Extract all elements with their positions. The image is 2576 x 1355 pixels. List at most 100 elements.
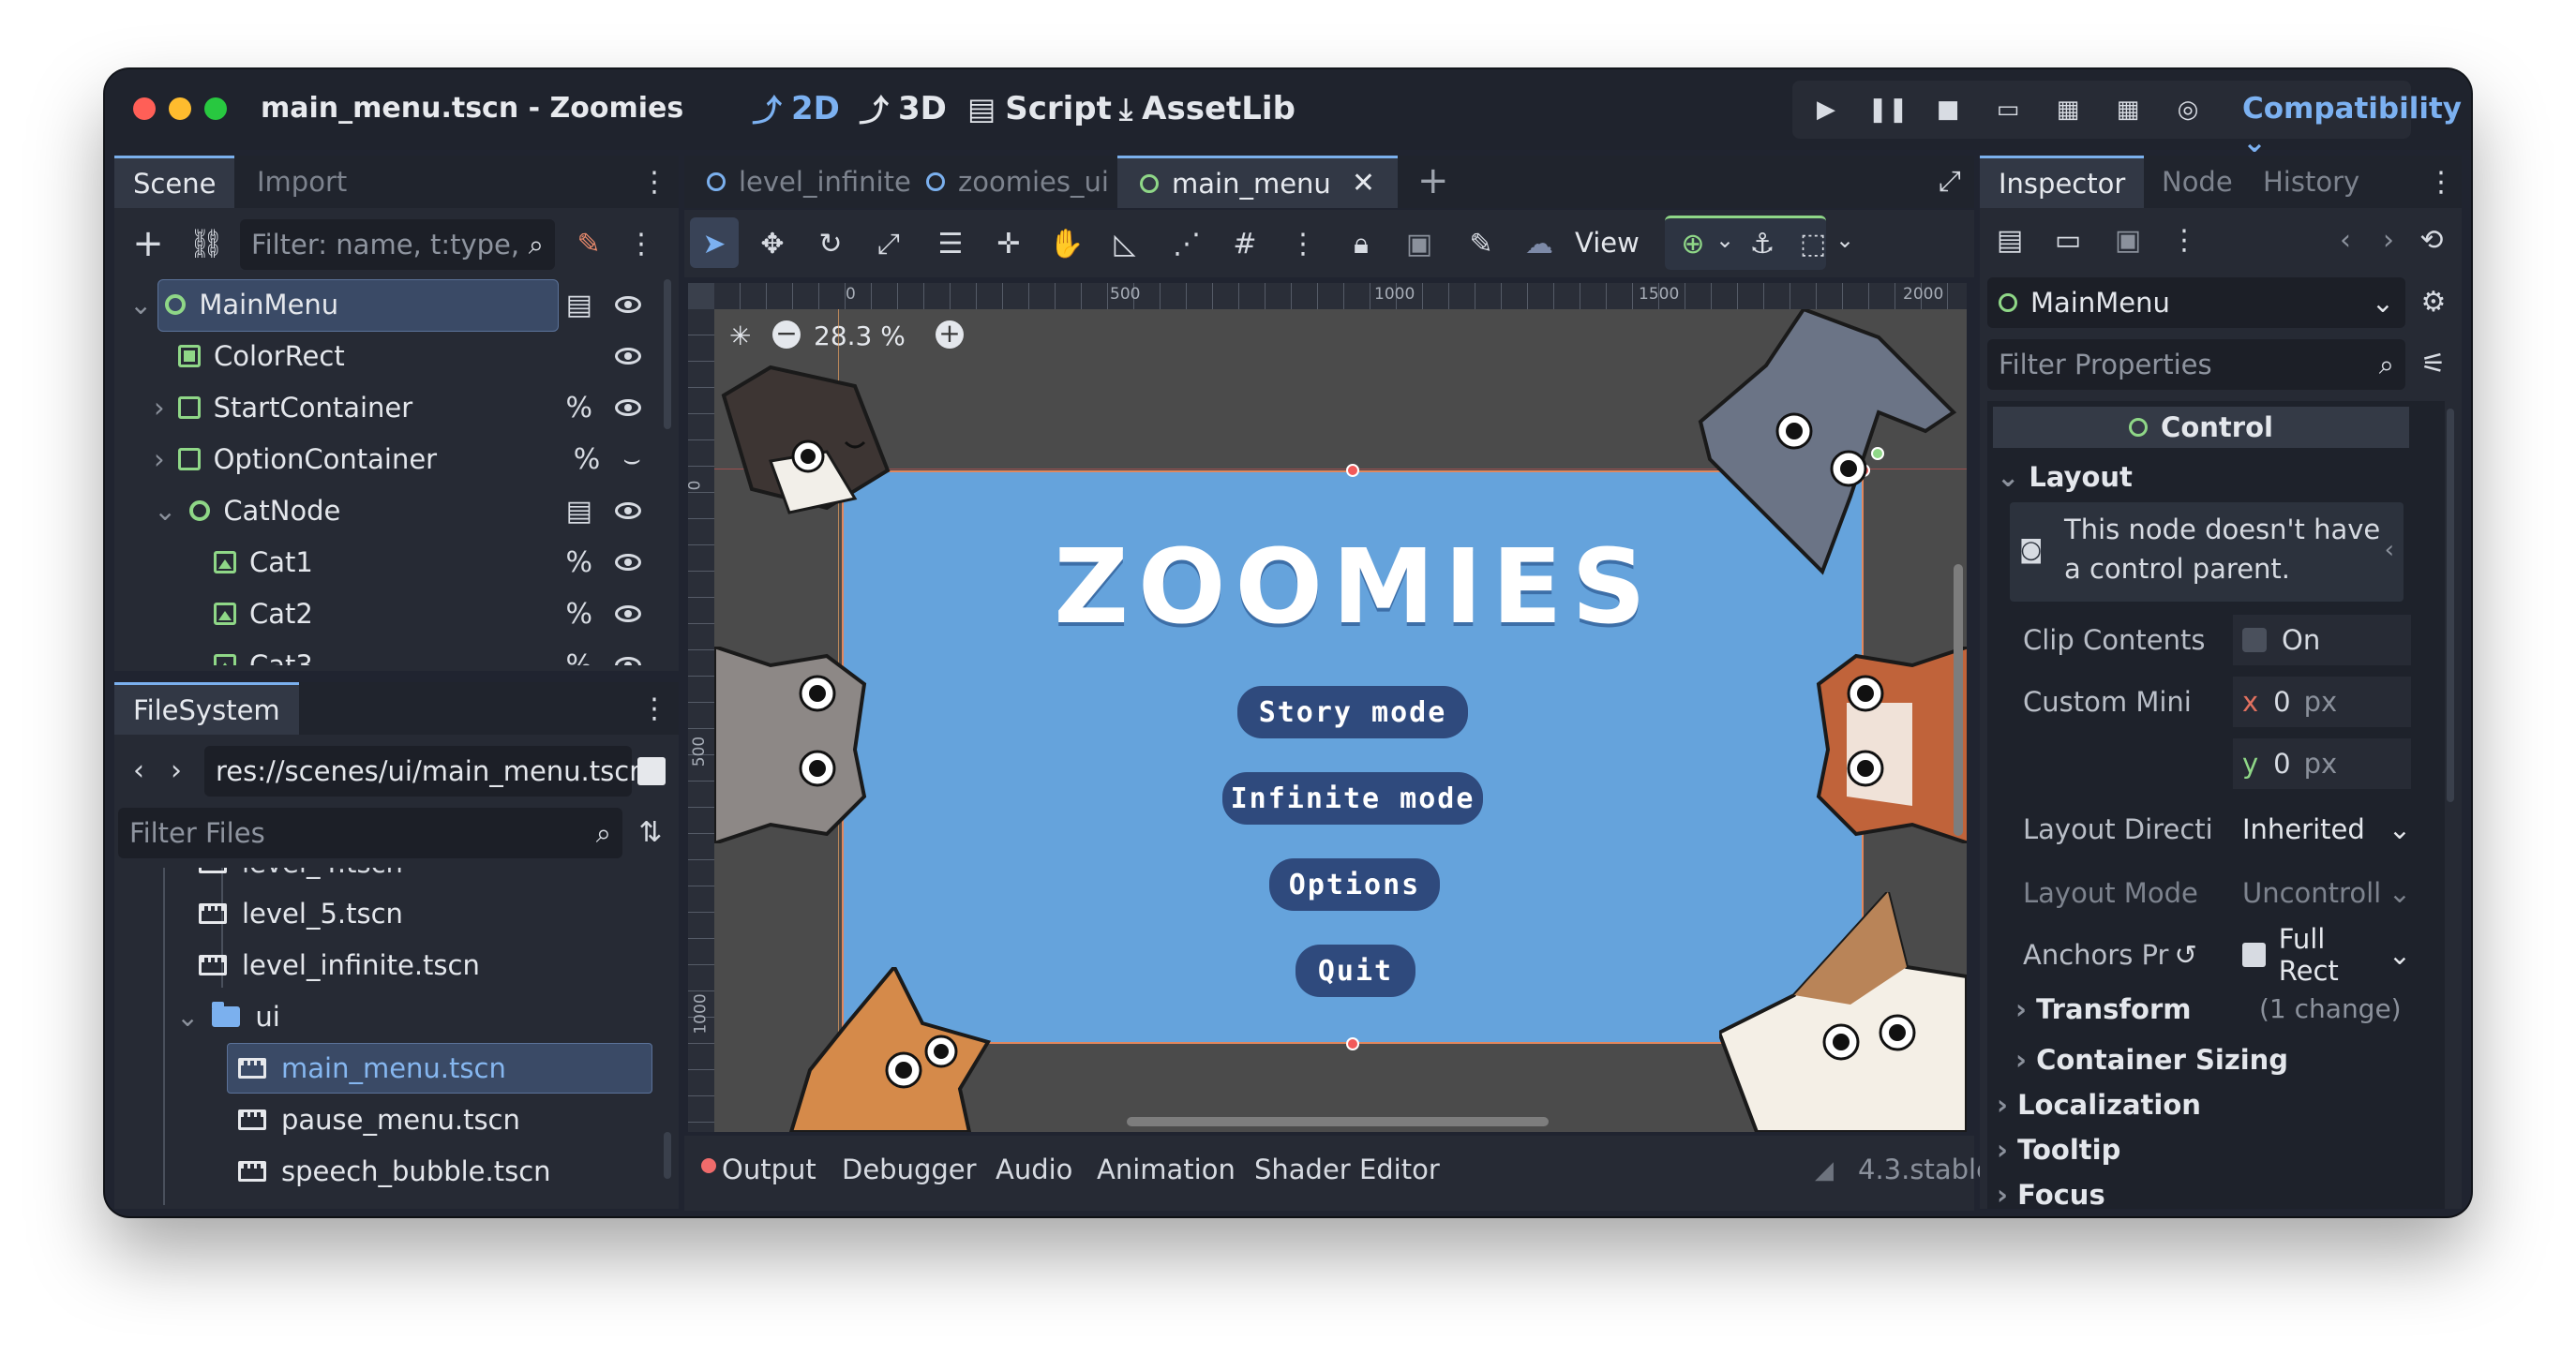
quit-button[interactable]: Quit bbox=[1295, 945, 1415, 997]
zoom-level[interactable]: 28.3 % bbox=[814, 320, 906, 351]
layout-mode-select[interactable]: Uncontroll ⌄ bbox=[2233, 868, 2411, 918]
file-item[interactable]: level_infinite.tscn bbox=[199, 940, 649, 990]
collapse-icon[interactable]: ‹ bbox=[2385, 536, 2394, 564]
workspace-2d-button[interactable]: ⤴ 2D bbox=[752, 84, 840, 133]
file-item[interactable]: pause_menu.tscn bbox=[238, 1094, 651, 1145]
smart-snap-icon[interactable]: ⋰ bbox=[1166, 223, 1207, 264]
file-item[interactable]: level_4.tscn bbox=[199, 868, 649, 888]
tab-zoomies-ui[interactable]: zoomies_ui bbox=[904, 156, 1131, 208]
filter-properties-input[interactable]: Filter Properties ⌕ bbox=[1987, 339, 2405, 390]
visibility-eye-icon[interactable] bbox=[615, 399, 641, 416]
tab-audio[interactable]: Audio bbox=[996, 1154, 1072, 1185]
tree-node-colorrect[interactable]: ColorRect bbox=[178, 331, 664, 381]
tab-level-infinite[interactable]: level_infinite bbox=[684, 156, 934, 208]
scene-menu-icon[interactable]: ⋮ bbox=[621, 223, 662, 264]
node-documentation-icon[interactable]: ⚙ bbox=[2413, 281, 2454, 322]
section-tooltip[interactable]: › Tooltip bbox=[1997, 1134, 2120, 1166]
object-history-icon[interactable]: ⟲ bbox=[2411, 219, 2452, 261]
tree-node-startcontainer[interactable]: › StartContainer % bbox=[154, 382, 664, 433]
resize-handle[interactable] bbox=[1346, 464, 1359, 477]
tab-inspector[interactable]: Inspector bbox=[1980, 156, 2145, 208]
pivot-icon[interactable]: ✛ bbox=[988, 223, 1029, 264]
property-options-icon[interactable]: ⚟ bbox=[2413, 343, 2454, 384]
zoom-window-button[interactable] bbox=[204, 97, 227, 120]
remote-debug-icon[interactable]: ▭ bbox=[1991, 94, 2025, 126]
scale-mode-icon[interactable]: ⤢ bbox=[868, 223, 909, 264]
scene-scrollbar[interactable] bbox=[664, 279, 671, 429]
renderer-select[interactable]: Compatibility ⌄ bbox=[2242, 92, 2471, 159]
section-focus[interactable]: › Focus bbox=[1997, 1179, 2105, 1209]
dock-menu-icon[interactable]: ⋮ bbox=[634, 688, 675, 729]
resource-menu-icon[interactable]: ⋮ bbox=[2164, 219, 2205, 261]
snap-options-icon[interactable]: ⋮ bbox=[1282, 223, 1324, 264]
close-tab-icon[interactable]: ✕ bbox=[1352, 167, 1375, 200]
tree-node-cat2[interactable]: Cat2 % bbox=[214, 588, 664, 639]
grid-snap-icon[interactable]: # bbox=[1224, 223, 1266, 264]
clip-contents-checkbox[interactable]: On bbox=[2233, 615, 2411, 665]
section-layout[interactable]: ⌄ Layout bbox=[1997, 461, 2133, 493]
play-icon[interactable]: ▶ bbox=[1809, 94, 1843, 126]
tilemap-icon[interactable]: ☁ bbox=[1519, 223, 1560, 264]
viewport-v-scrollbar[interactable] bbox=[1954, 564, 1963, 836]
tab-shader-editor[interactable]: Shader Editor bbox=[1254, 1154, 1440, 1185]
tree-node-mainmenu[interactable]: ⌄ MainMenu ▤ bbox=[129, 279, 664, 330]
viewport-h-scrollbar[interactable] bbox=[1127, 1117, 1549, 1126]
play-custom-scene-icon[interactable]: ▦ bbox=[2111, 94, 2145, 126]
options-button[interactable]: Options bbox=[1269, 858, 1440, 911]
stop-icon[interactable]: ■ bbox=[1931, 94, 1965, 126]
split-view-icon[interactable] bbox=[637, 757, 666, 785]
skeleton-icon[interactable]: ✎ bbox=[1460, 223, 1502, 264]
anchor-icon[interactable]: ⚓︎ bbox=[1742, 223, 1783, 264]
workspace-3d-button[interactable]: ⤴ 3D bbox=[859, 84, 947, 133]
tab-history[interactable]: History bbox=[2244, 156, 2378, 208]
new-resource-icon[interactable]: ▤ bbox=[1989, 219, 2030, 261]
story-mode-button[interactable]: Story mode bbox=[1237, 686, 1468, 738]
instance-scene-icon[interactable]: ⛓ bbox=[186, 223, 227, 264]
container-sizing-icon[interactable]: ⬚ bbox=[1792, 223, 1834, 264]
tab-scene[interactable]: Scene bbox=[114, 156, 235, 208]
resize-handle[interactable] bbox=[1346, 1037, 1359, 1050]
anchors-preset-select[interactable]: Full Rect ⌄ bbox=[2233, 923, 2411, 987]
section-localization[interactable]: › Localization bbox=[1997, 1089, 2201, 1121]
visibility-eye-icon[interactable] bbox=[615, 605, 641, 622]
pause-icon[interactable]: ❚❚ bbox=[1867, 94, 1909, 126]
scene-filter-input[interactable]: Filter: name, t:type, ⌕ bbox=[240, 219, 555, 270]
custom-min-y-field[interactable]: y 0 px bbox=[2233, 738, 2411, 789]
workspace-assetlib-button[interactable]: ⤓ AssetLib bbox=[1119, 84, 1295, 133]
new-tab-icon[interactable]: + bbox=[1417, 159, 1449, 202]
infinite-mode-button[interactable]: Infinite mode bbox=[1222, 772, 1483, 825]
tree-node-optioncontainer[interactable]: › OptionContainer % ⌣ bbox=[154, 434, 664, 484]
move-mode-icon[interactable]: ✥ bbox=[752, 223, 793, 264]
tree-node-cat1[interactable]: Cat1 % bbox=[214, 537, 664, 588]
inspector-scrollbar[interactable] bbox=[2447, 409, 2454, 802]
visibility-eye-icon[interactable] bbox=[615, 348, 641, 365]
node-selector[interactable]: MainMenu ⌄ bbox=[1987, 277, 2405, 328]
folder-item-ui[interactable]: ⌄ ui bbox=[176, 991, 645, 1042]
list-select-icon[interactable]: ☰ bbox=[930, 223, 971, 264]
rotate-mode-icon[interactable]: ↻ bbox=[810, 223, 851, 264]
tree-node-cat3[interactable]: Cat3 % bbox=[214, 640, 664, 665]
pan-mode-icon[interactable]: ✋ bbox=[1046, 223, 1087, 264]
minimize-window-button[interactable] bbox=[169, 97, 191, 120]
tab-main-menu[interactable]: main_menu ✕ bbox=[1117, 156, 1398, 208]
movie-maker-icon[interactable]: ◎ bbox=[2171, 94, 2205, 126]
lock-icon[interactable]: 🔒︎ bbox=[1340, 223, 1382, 264]
tab-animation[interactable]: Animation bbox=[1097, 1154, 1236, 1185]
file-item[interactable]: speech_bubble.tscn bbox=[238, 1146, 651, 1197]
workspace-script-button[interactable]: ▤ Script bbox=[967, 84, 1112, 133]
open-resource-icon[interactable]: ▭ bbox=[2047, 219, 2089, 261]
history-back-icon[interactable]: ‹ bbox=[2325, 219, 2366, 261]
tab-node[interactable]: Node bbox=[2143, 156, 2252, 208]
attach-script-icon[interactable]: ✎ bbox=[568, 223, 609, 264]
distraction-free-icon[interactable]: ⤢ bbox=[1939, 165, 1961, 198]
tab-debugger[interactable]: Debugger bbox=[842, 1154, 977, 1185]
custom-min-x-field[interactable]: x 0 px bbox=[2233, 677, 2411, 727]
section-transform[interactable]: › Transform bbox=[2015, 993, 2192, 1025]
select-mode-icon[interactable]: ➤ bbox=[694, 223, 735, 264]
section-container-sizing[interactable]: › Container Sizing bbox=[2015, 1044, 2288, 1076]
path-field[interactable]: res://scenes/ui/main_menu.tscn bbox=[204, 746, 647, 797]
history-forward-icon[interactable]: › bbox=[2368, 219, 2409, 261]
center-view-icon[interactable]: ✳ bbox=[729, 320, 751, 351]
tab-output[interactable]: Output bbox=[722, 1154, 816, 1185]
chevron-down-icon[interactable]: ⌄ bbox=[1835, 227, 1854, 253]
